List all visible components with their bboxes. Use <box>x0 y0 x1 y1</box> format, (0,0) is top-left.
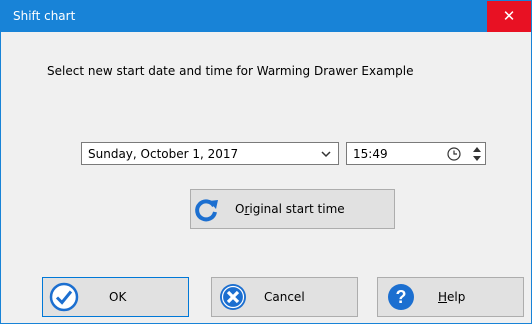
svg-text:?: ? <box>396 287 407 307</box>
close-icon: ✕ <box>502 7 516 25</box>
cancel-button[interactable]: Cancel <box>211 277 358 317</box>
instruction-text: Select new start date and time for Warmi… <box>47 64 414 78</box>
shift-chart-dialog: Shift chart ✕ Select new start date and … <box>0 0 532 324</box>
help-label: Help <box>438 290 466 304</box>
help-button[interactable]: ? Help <box>377 277 524 317</box>
chevron-down-icon[interactable] <box>320 147 332 161</box>
window-title: Shift chart <box>13 9 76 23</box>
date-value: Sunday, October 1, 2017 <box>88 147 239 161</box>
time-picker[interactable]: 15:49 <box>346 142 486 165</box>
original-start-time-label: Original start time <box>235 202 345 216</box>
clock-icon <box>447 147 461 161</box>
ok-label: OK <box>109 290 127 304</box>
check-icon <box>49 282 79 312</box>
cancel-label: Cancel <box>264 290 305 304</box>
close-button[interactable]: ✕ <box>487 1 531 32</box>
title-bar: Shift chart ✕ <box>1 1 531 32</box>
date-picker[interactable]: Sunday, October 1, 2017 <box>81 142 339 165</box>
ok-button[interactable]: OK <box>42 277 189 317</box>
cancel-icon <box>220 284 246 310</box>
original-start-time-button[interactable]: Original start time <box>190 189 395 229</box>
time-value: 15:49 <box>353 147 388 161</box>
question-icon: ? <box>388 284 414 310</box>
refresh-icon <box>195 199 218 222</box>
spin-up-down-icon[interactable] <box>471 145 483 163</box>
